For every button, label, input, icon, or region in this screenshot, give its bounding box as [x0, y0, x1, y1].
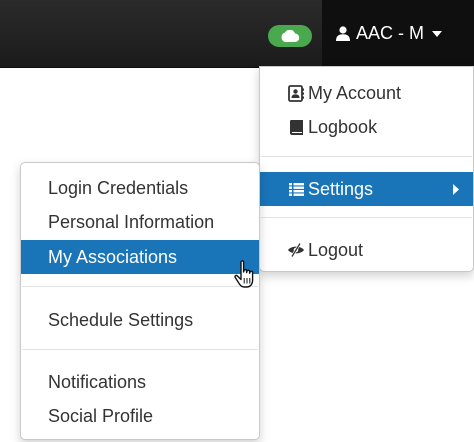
user-icon	[336, 26, 350, 41]
menu-item-my-account[interactable]: My Account	[260, 76, 473, 110]
top-navbar: AAC - M	[0, 0, 474, 68]
submenu-item-notifications[interactable]: Notifications	[21, 365, 259, 399]
caret-down-icon	[432, 30, 443, 37]
cloud-icon	[280, 30, 300, 42]
menu-item-label: Logout	[308, 239, 364, 260]
submenu-item-label: Personal Information	[48, 211, 215, 232]
submenu-item-personal-information[interactable]: Personal Information	[21, 205, 259, 239]
address-card-icon	[287, 84, 305, 102]
user-menu-toggle[interactable]: AAC - M	[322, 0, 474, 67]
submenu-item-schedule-settings[interactable]: Schedule Settings	[21, 303, 259, 337]
submenu-item-my-associations[interactable]: My Associations	[21, 240, 259, 274]
caret-right-icon	[453, 183, 459, 195]
menu-item-label: My Account	[308, 82, 402, 103]
user-dropdown-menu: My Account Logbook Settings Logout	[259, 66, 474, 272]
eye-slash-icon	[287, 241, 305, 259]
menu-item-label: Logbook	[308, 116, 378, 137]
submenu-item-label: Login Credentials	[48, 177, 189, 198]
menu-item-label: Settings	[308, 178, 374, 199]
list-icon	[287, 180, 305, 198]
submenu-item-label: My Associations	[48, 246, 178, 267]
menu-item-settings[interactable]: Settings	[260, 172, 473, 206]
menu-divider	[261, 217, 472, 218]
submenu-item-label: Notifications	[48, 371, 147, 392]
menu-divider	[22, 349, 258, 350]
submenu-item-social-profile[interactable]: Social Profile	[21, 399, 259, 433]
menu-divider	[261, 156, 472, 157]
book-icon	[287, 118, 305, 136]
submenu-item-login-credentials[interactable]: Login Credentials	[21, 171, 259, 205]
menu-divider	[22, 286, 258, 287]
cloud-status-button[interactable]	[268, 25, 312, 47]
hand-pointer-cursor-icon	[232, 259, 260, 289]
menu-item-logbook[interactable]: Logbook	[260, 110, 473, 144]
settings-submenu: Login Credentials Personal Information M…	[20, 162, 260, 440]
menu-item-logout[interactable]: Logout	[260, 233, 473, 267]
user-name-label: AAC - M	[356, 23, 425, 43]
submenu-item-label: Schedule Settings	[48, 309, 194, 330]
submenu-item-label: Social Profile	[48, 405, 154, 426]
